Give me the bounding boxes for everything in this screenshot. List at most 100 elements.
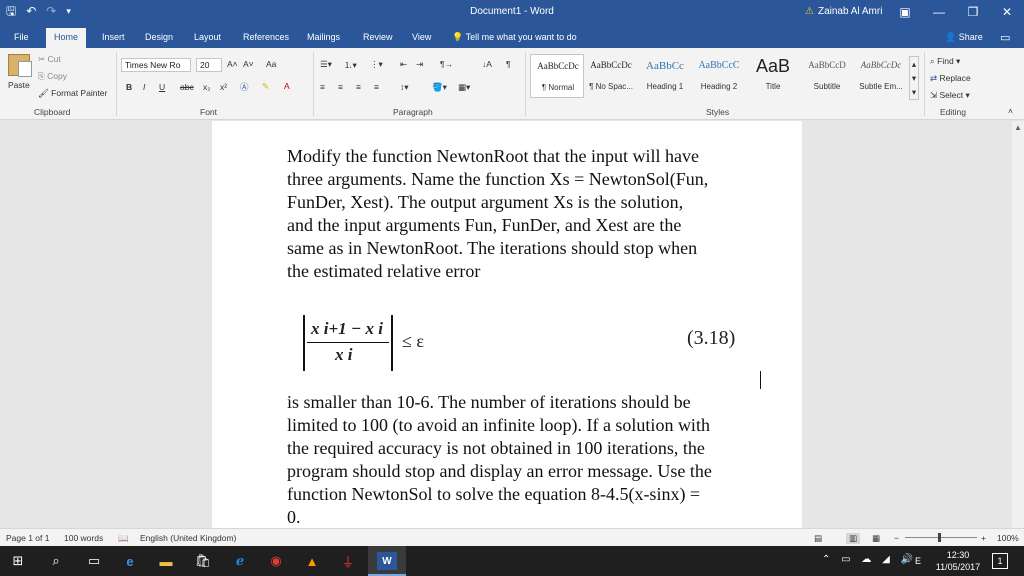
underline-button[interactable]: U [159,82,165,92]
store-icon[interactable]: 🛍 [193,552,213,570]
tab-home[interactable]: Home [46,28,87,48]
text-effects-icon[interactable]: Ⓐ [240,81,249,93]
ribbon-display-options-button[interactable]: ▣ [888,0,922,24]
zoom-level[interactable]: 100% [997,533,1019,543]
borders-icon[interactable]: ▦▾ [458,82,470,93]
style-subtitle[interactable]: AaBbCcD Subtitle [800,54,854,98]
change-case-button[interactable]: Aa [266,59,276,69]
read-mode-icon[interactable]: ▤ [814,533,822,544]
tell-me-search[interactable]: 💡 Tell me what you want to do [452,32,577,43]
cut-button[interactable]: ✂ Cut [38,54,61,65]
style-no-spacing[interactable]: AaBbCcDc ¶ No Spac... [584,54,638,98]
windows-start-icon[interactable]: ⊞ [8,552,28,570]
share-button[interactable]: 👤 Share [945,32,983,43]
style-preview: AaBbCcDc [590,60,632,70]
zoom-out-icon[interactable]: − [894,533,899,543]
word-taskbar-button[interactable]: W [368,546,406,576]
input-language[interactable]: E [908,552,928,570]
vertical-scrollbar[interactable]: ▲ [1012,121,1024,528]
tab-review[interactable]: Review [355,28,401,48]
style-title[interactable]: AaB Title [746,54,800,98]
zoom-slider-track[interactable] [905,537,977,538]
font-color-icon[interactable]: A [284,81,290,91]
line-spacing-icon[interactable]: ↕▾ [400,82,409,93]
tab-references[interactable]: References [235,28,297,48]
zoom-slider-thumb[interactable] [938,533,941,542]
select-button[interactable]: ⇲ Select ▾ [930,90,970,101]
document-page[interactable]: Modify the function NewtonRoot that the … [212,121,802,528]
find-button[interactable]: ⌕ Find ▾ [930,56,960,67]
paragraph-2[interactable]: is smaller than 10-6. The number of iter… [287,391,767,529]
text-line: three arguments. Name the function Xs = … [287,169,709,189]
tab-insert[interactable]: Insert [94,28,133,48]
format-painter-button[interactable]: 🖌 Format Painter [38,88,107,99]
bold-button[interactable]: B [126,82,132,92]
equation-relation: ≤ ε [402,331,424,351]
style-normal[interactable]: AaBbCcDc ¶ Normal [530,54,584,98]
shrink-font-button[interactable]: A˅ [243,59,254,69]
align-left-icon[interactable]: ≡ [320,82,325,92]
zoom-in-icon[interactable]: + [981,533,986,543]
word-count[interactable]: 100 words [64,533,103,543]
minimize-button[interactable]: — [922,0,956,24]
web-layout-icon[interactable]: ▦ [872,533,880,544]
comments-icon[interactable]: ▭ [1000,31,1010,44]
font-size-combo[interactable]: 20 [196,58,222,72]
internet-explorer-icon[interactable]: ℯ [230,552,250,570]
shading-icon[interactable]: 🪣▾ [432,82,447,93]
account[interactable]: ⚠ Zainab Al Amri [805,6,882,17]
group-divider [525,52,526,116]
proofing-icon[interactable]: 📖 [118,533,129,544]
equation-3-18[interactable]: x i+1 − x i x i ≤ ε (3.18) [287,315,757,375]
collapse-ribbon-icon[interactable]: ˄ [1008,106,1013,116]
grow-font-button[interactable]: A˄ [227,59,238,69]
paste-icon[interactable] [8,54,32,77]
close-button[interactable]: ✕ [990,0,1024,24]
bullets-icon[interactable]: ☰▾ [320,59,332,70]
tab-layout[interactable]: Layout [186,28,229,48]
style-heading-1[interactable]: AaBbCc Heading 1 [638,54,692,98]
page-count[interactable]: Page 1 of 1 [6,533,49,543]
restore-button[interactable]: ❐ [956,0,990,24]
chrome-icon[interactable]: ◉ [266,552,286,570]
superscript-button[interactable]: x² [220,82,227,92]
align-center-icon[interactable]: ≡ [338,82,343,92]
ltr-icon[interactable]: ¶→ [440,59,453,69]
tab-view[interactable]: View [404,28,439,48]
scroll-up-icon[interactable]: ▲ [1014,123,1022,132]
highlight-icon[interactable]: ✎ [262,81,269,92]
print-layout-icon[interactable]: ▥ [846,533,861,544]
styles-scroll[interactable]: ▴ ▾ ▾ [909,56,919,100]
strikethrough-button[interactable]: abc [180,82,194,92]
tab-design[interactable]: Design [137,28,181,48]
clock[interactable]: 12:30 11/05/2017 [928,549,988,573]
decrease-indent-icon[interactable]: ⇤ [400,59,407,70]
edge-icon[interactable]: e [120,552,140,570]
italic-button[interactable]: I [143,82,145,92]
style-subtle-emphasis[interactable]: AaBbCcDc Subtle Em... [854,54,908,98]
tab-file[interactable]: File [6,28,37,48]
task-view-icon[interactable]: ▭ [84,552,104,570]
notifications-icon[interactable]: 1 [992,553,1008,569]
search-icon[interactable]: ⌕ [46,552,66,570]
paste-label[interactable]: Paste [8,80,30,90]
subscript-button[interactable]: x₂ [203,82,211,92]
matlab-icon[interactable]: ▲ [302,552,322,570]
acrobat-icon[interactable]: ⏚ [338,552,358,570]
style-heading-2[interactable]: AaBbCcC Heading 2 [692,54,746,98]
increase-indent-icon[interactable]: ⇥ [416,59,423,70]
paragraph-1[interactable]: Modify the function NewtonRoot that the … [287,145,767,283]
show-formatting-icon[interactable]: ¶ [506,59,511,69]
file-explorer-icon[interactable]: ▬ [156,552,176,570]
tab-mailings[interactable]: Mailings [299,28,348,48]
replace-button[interactable]: ⇄ Replace [930,73,971,84]
system-tray-icons[interactable]: ⌃ ▭ ☁ ◢ 🔊 [822,554,917,565]
justify-icon[interactable]: ≡ [374,82,379,92]
font-name-combo[interactable]: Times New Ro [121,58,191,72]
copy-button[interactable]: ⎘ Copy [38,71,67,82]
align-right-icon[interactable]: ≡ [356,82,361,92]
multilevel-list-icon[interactable]: ⋮▾ [370,59,383,70]
language[interactable]: English (United Kingdom) [140,533,236,543]
numbering-icon[interactable]: ⒈▾ [344,59,357,71]
sort-icon[interactable]: ↓A [482,59,492,69]
